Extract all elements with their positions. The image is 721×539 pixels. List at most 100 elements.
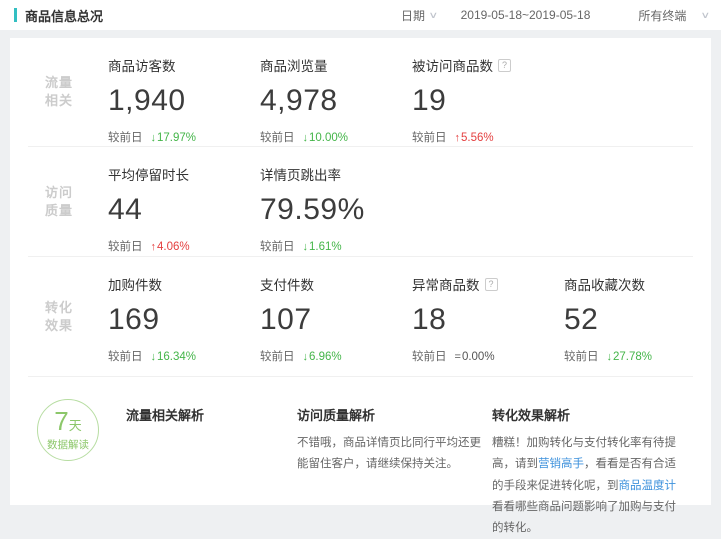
badge-caption: 数据解读 (47, 437, 89, 452)
insight-column-quality: 访问质量解析 不错哦，商品详情页比同行平均还更能留住客户，请继续保持关注。 (297, 393, 492, 505)
insight-title: 流量相关解析 (126, 405, 297, 424)
insight-body: 不错哦，商品详情页比同行平均还更能留住客户，请继续保持关注。 (297, 433, 492, 476)
compare-label: 较前日 (108, 348, 143, 364)
badge-number: 7 (54, 406, 68, 436)
change-value: 17.97% (157, 132, 196, 144)
change-value: 5.56% (461, 132, 494, 144)
metric-row-traffic: 流量 相关 商品访客数 1,940 较前日 ↓ 17.97% 商品浏览量 4,9… (10, 38, 711, 146)
seven-day-badge: 7天 数据解读 (37, 399, 99, 461)
date-filter-label: 日期 (401, 7, 425, 24)
change-value: 16.34% (157, 351, 196, 363)
metric-change: 较前日 ↓ 27.78% (564, 348, 711, 364)
metric-label: 详情页跳出率 (260, 164, 711, 184)
change-value: 27.78% (613, 351, 652, 363)
change-value: 10.00% (309, 132, 348, 144)
compare-label: 较前日 (108, 238, 143, 254)
chevron-down-icon: ∨ (428, 10, 438, 21)
chevron-down-icon: ∨ (701, 10, 711, 21)
insight-body: 糟糕！加购转化与支付转化率有待提高，请到营销高手，看看是否有合适的手段来促进转化… (492, 433, 695, 539)
metric-label: 商品访客数 (108, 55, 260, 75)
metric-visited-products: 被访问商品数 ? 19 较前日 ↑ 5.56% (412, 38, 711, 146)
metric-value: 19 (412, 84, 711, 118)
compare-label: 较前日 (564, 348, 599, 364)
metric-value: 79.59% (260, 193, 711, 227)
change-value: 0.00% (462, 351, 495, 363)
metric-row-conversion: 转化 效果 加购件数 169 较前日 ↓ 16.34% 支付件数 107 较前日… (10, 257, 711, 376)
metric-label: 商品浏览量 (260, 55, 412, 75)
header-bar: 商品信息总况 日期 ∨ 2019-05-18~2019-05-18 所有终端 ∨ (0, 0, 721, 30)
compare-label: 较前日 (412, 348, 447, 364)
metric-label: 支付件数 (260, 274, 412, 294)
metric-label: 加购件数 (108, 274, 260, 294)
metric-change: 较前日 = 0.00% (412, 348, 564, 364)
insight-link[interactable]: 商品温度计 (619, 480, 677, 492)
terminal-filter-dropdown[interactable]: 所有终端 ∨ (638, 7, 709, 24)
insight-text: 不错哦，商品详情页比同行平均还更能留住客户，请继续保持关注。 (297, 437, 481, 470)
metric-detail-bounce-rate: 详情页跳出率 79.59% 较前日 ↓ 1.61% (260, 147, 711, 256)
terminal-filter-label: 所有终端 (638, 7, 686, 24)
insight-title: 访问质量解析 (297, 405, 492, 424)
metric-change: 较前日 ↓ 17.97% (108, 129, 260, 145)
metric-label: 异常商品数 ? (412, 274, 564, 294)
help-icon[interactable]: ? (498, 59, 511, 72)
metric-change: 较前日 ↓ 6.96% (260, 348, 412, 364)
metric-change: 较前日 ↓ 10.00% (260, 129, 412, 145)
metrics-card: 流量 相关 商品访客数 1,940 较前日 ↓ 17.97% 商品浏览量 4,9… (10, 38, 711, 505)
date-range-value[interactable]: 2019-05-18~2019-05-18 (461, 8, 591, 22)
group-label-quality: 访问 质量 (10, 147, 108, 256)
badge-unit: 天 (69, 418, 82, 433)
compare-label: 较前日 (260, 238, 295, 254)
metric-change: 较前日 ↑ 4.06% (108, 238, 260, 254)
date-filter-dropdown[interactable]: 日期 ∨ (401, 7, 437, 24)
metric-change: 较前日 ↓ 16.34% (108, 348, 260, 364)
insight-text: 看看哪些商品问题影响了加购与支付的转化。 (492, 501, 676, 534)
title-accent-bar (14, 8, 17, 22)
metric-value: 169 (108, 303, 260, 337)
metric-change: 较前日 ↑ 5.56% (412, 129, 711, 145)
compare-label: 较前日 (412, 129, 447, 145)
metric-abnormal-products: 异常商品数 ? 18 较前日 = 0.00% (412, 257, 564, 376)
insights-section: 7天 数据解读 流量相关解析 访问质量解析 不错哦，商品详情页比同行平均还更能留… (10, 377, 711, 505)
arrow-down-icon: ↓ (151, 132, 157, 144)
change-value: 6.96% (309, 351, 342, 363)
metric-paid-items: 支付件数 107 较前日 ↓ 6.96% (260, 257, 412, 376)
metric-value: 52 (564, 303, 711, 337)
metric-row-quality: 访问 质量 平均停留时长 44 较前日 ↑ 4.06% 详情页跳出率 79.59… (10, 147, 711, 256)
group-label-traffic: 流量 相关 (10, 38, 108, 146)
metric-value: 1,940 (108, 84, 260, 118)
metric-label: 平均停留时长 (108, 164, 260, 184)
arrow-up-icon: ↑ (455, 132, 461, 144)
metric-value: 4,978 (260, 84, 412, 118)
arrow-down-icon: ↓ (151, 351, 157, 363)
arrow-down-icon: ↓ (607, 351, 613, 363)
arrow-up-icon: ↑ (151, 241, 157, 253)
metric-product-visitors: 商品访客数 1,940 较前日 ↓ 17.97% (108, 38, 260, 146)
metric-value: 107 (260, 303, 412, 337)
metric-product-pageviews: 商品浏览量 4,978 较前日 ↓ 10.00% (260, 38, 412, 146)
compare-label: 较前日 (260, 129, 295, 145)
badge-column: 7天 数据解读 (10, 393, 126, 505)
equals-icon: = (455, 351, 461, 363)
page-title: 商品信息总况 (25, 6, 103, 25)
change-value: 4.06% (157, 241, 190, 253)
insight-title: 转化效果解析 (492, 405, 695, 424)
compare-label: 较前日 (108, 129, 143, 145)
compare-label: 较前日 (260, 348, 295, 364)
metric-label: 商品收藏次数 (564, 274, 711, 294)
metric-change: 较前日 ↓ 1.61% (260, 238, 711, 254)
arrow-down-icon: ↓ (303, 132, 309, 144)
change-value: 1.61% (309, 241, 342, 253)
group-label-conversion: 转化 效果 (10, 257, 108, 376)
metric-add-to-cart: 加购件数 169 较前日 ↓ 16.34% (108, 257, 260, 376)
metric-label: 被访问商品数 ? (412, 55, 711, 75)
help-icon[interactable]: ? (485, 278, 498, 291)
insight-link[interactable]: 营销高手 (538, 458, 584, 470)
insight-column-traffic: 流量相关解析 (126, 393, 297, 505)
arrow-down-icon: ↓ (303, 241, 309, 253)
insight-column-conversion: 转化效果解析 糟糕！加购转化与支付转化率有待提高，请到营销高手，看看是否有合适的… (492, 393, 711, 505)
metric-value: 18 (412, 303, 564, 337)
metric-product-favorites: 商品收藏次数 52 较前日 ↓ 27.78% (564, 257, 711, 376)
metric-avg-stay-time: 平均停留时长 44 较前日 ↑ 4.06% (108, 147, 260, 256)
arrow-down-icon: ↓ (303, 351, 309, 363)
metric-value: 44 (108, 193, 260, 227)
